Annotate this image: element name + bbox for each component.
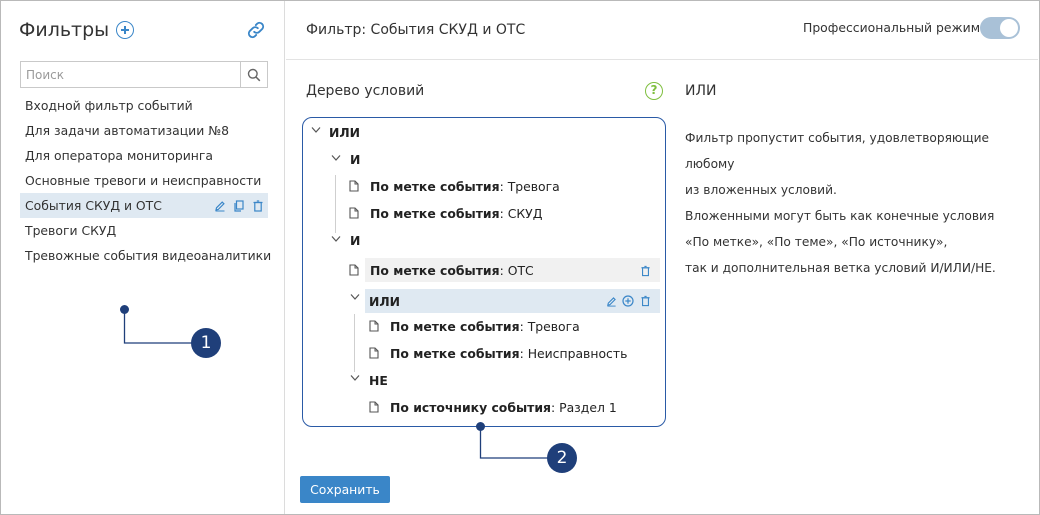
chevron-down-icon[interactable] (350, 293, 360, 301)
condition-tree: ИЛИ И По метке события: Тревога По метке… (302, 117, 666, 427)
tree-guide-line (335, 175, 336, 233)
condition-tree-label: Дерево условий (306, 83, 425, 99)
condition-value: : Раздел 1 (551, 399, 617, 415)
condition-value: : Тревога (499, 178, 560, 194)
condition-value: : СКУД (499, 205, 543, 221)
condition-value: : ОТС (499, 262, 534, 278)
header-divider (286, 59, 1038, 60)
description-line: из вложенных условий. (685, 183, 837, 197)
tree-leaf-condition[interactable]: По метке события: ОТС (349, 258, 534, 282)
tree-leaf-condition[interactable]: По метке события: Неисправность (369, 341, 627, 365)
document-icon (369, 347, 379, 359)
help-icon[interactable]: ? (645, 82, 663, 100)
document-icon (369, 320, 379, 332)
chevron-down-icon[interactable] (331, 235, 341, 243)
description-line: «По метке», «По теме», «По источнику», (685, 235, 948, 249)
condition-key: По источнику события (390, 399, 551, 415)
node-label: И (350, 151, 361, 167)
description-title: ИЛИ (685, 83, 717, 99)
node-label: ИЛИ (329, 124, 361, 140)
description-text: Фильтр пропустит события, удовлетворяющи… (685, 125, 1035, 281)
delete-icon[interactable] (640, 265, 651, 277)
callout-1: 1 (191, 328, 221, 358)
tree-leaf-condition[interactable]: По метке события: Тревога (369, 314, 580, 338)
condition-value: : Неисправность (519, 345, 628, 361)
node-label: ИЛИ (369, 293, 401, 309)
condition-key: По метке события (370, 178, 500, 194)
condition-key: По метке события (370, 205, 500, 221)
tree-node-and[interactable]: И (350, 147, 360, 171)
tree-node-not[interactable]: НЕ (369, 368, 388, 392)
tree-node-or[interactable]: ИЛИ (329, 120, 360, 144)
add-condition-icon[interactable] (622, 295, 634, 307)
chevron-down-icon[interactable] (311, 126, 321, 134)
document-icon (369, 401, 379, 413)
document-icon (349, 207, 359, 219)
tree-node-or[interactable]: ИЛИ (369, 289, 400, 313)
pro-mode-toggle[interactable] (980, 17, 1020, 39)
description-line: Фильтр пропустит события, удовлетворяющи… (685, 131, 990, 171)
chevron-down-icon[interactable] (350, 374, 360, 382)
tree-leaf-condition[interactable]: По метке события: СКУД (349, 201, 542, 225)
tree-leaf-condition[interactable]: По источнику события: Раздел 1 (369, 395, 617, 419)
tree-leaf-condition[interactable]: По метке события: Тревога (349, 174, 560, 198)
description-line: так и дополнительная ветка условий И/ИЛИ… (685, 261, 996, 275)
save-button[interactable]: Сохранить (300, 476, 390, 503)
condition-value: : Тревога (519, 318, 580, 334)
pro-mode-label: Профессиональный режим (803, 20, 981, 35)
edit-icon[interactable] (606, 296, 617, 307)
toggle-knob (1000, 19, 1018, 37)
filter-title: Фильтр: События СКУД и ОТС (306, 22, 526, 38)
condition-key: По метке события (390, 318, 520, 334)
tree-node-and[interactable]: И (350, 228, 360, 252)
callout-2: 2 (547, 443, 577, 473)
description-line: Вложенными могут быть как конечные услов… (685, 209, 995, 223)
condition-key: По метке события (390, 345, 520, 361)
condition-key: По метке события (370, 262, 500, 278)
document-icon (349, 180, 359, 192)
chevron-down-icon[interactable] (331, 154, 341, 162)
node-label: НЕ (369, 372, 388, 388)
tree-guide-line (354, 314, 355, 372)
callout-2-dot (476, 422, 485, 431)
document-icon (349, 264, 359, 276)
delete-icon[interactable] (640, 295, 651, 307)
node-label: И (350, 232, 361, 248)
